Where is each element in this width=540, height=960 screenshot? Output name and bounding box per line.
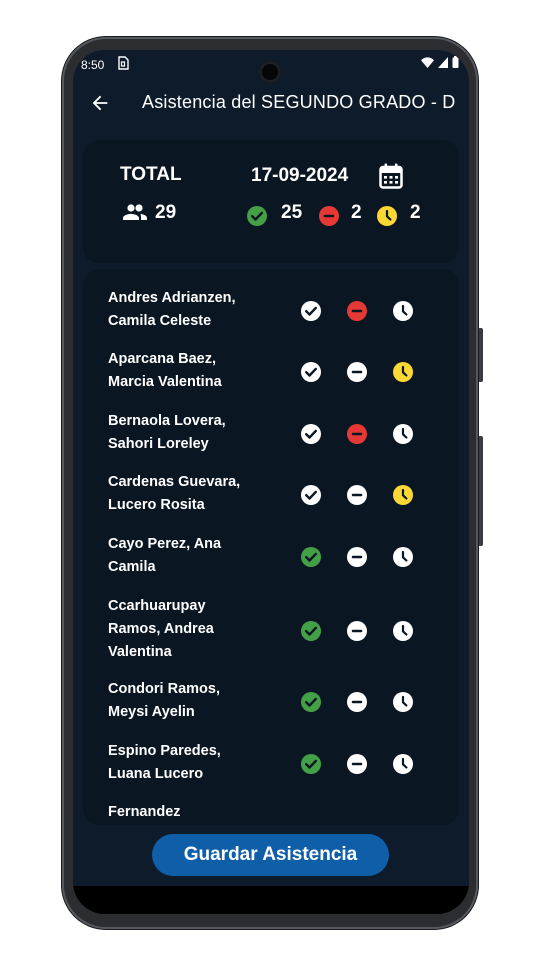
save-attendance-button[interactable]: Guardar Asistencia [152,834,389,876]
check-circle-icon[interactable] [301,424,321,444]
check-circle-icon[interactable] [301,754,321,774]
status-bar: 8:50 [73,50,469,83]
status-time: 8:50 [81,58,105,72]
sim-icon [118,56,129,70]
clock-icon [377,206,397,226]
clock-icon[interactable] [393,424,413,444]
minus-circle-icon[interactable] [347,362,367,382]
late-count: 2 [410,202,421,223]
attendance-summary-card: TOTAL 29 17-09-2024 25 2 2 [83,140,459,263]
list-item: Bernaola Lovera, Sahori Loreley [83,410,459,456]
check-circle-icon[interactable] [301,621,321,641]
list-item: Cayo Perez, Ana Camila [83,533,459,579]
check-circle-icon [247,206,267,226]
minus-circle-icon[interactable] [347,301,367,321]
people-icon [123,204,147,220]
list-item: Ccarhuarupay Ramos, Andrea Valentina [83,595,459,664]
minus-circle-icon[interactable] [347,621,367,641]
clock-icon[interactable] [393,485,413,505]
list-item: Andres Adrianzen, Camila Celeste [83,287,459,333]
student-name: Fernandez [108,804,181,820]
check-circle-icon[interactable] [301,692,321,712]
clock-icon[interactable] [393,692,413,712]
list-item: Aparcana Baez, Marcia Valentina [83,348,459,394]
list-item: Espino Paredes, Luana Lucero [83,740,459,786]
minus-circle-icon[interactable] [347,692,367,712]
attendance-date: 17-09-2024 [251,165,349,186]
page-title: Asistencia del SEGUNDO GRADO - D [142,92,456,112]
student-name: Cayo Perez, Ana Camila [108,536,222,575]
clock-icon[interactable] [393,362,413,382]
list-item: Fernandez [83,801,459,825]
app-bar: Asistencia del SEGUNDO GRADO - D [73,80,469,128]
clock-icon[interactable] [393,301,413,321]
check-circle-icon[interactable] [301,547,321,567]
arrow-back-icon[interactable] [89,92,111,114]
navigation-bar [73,886,469,914]
minus-circle-icon[interactable] [347,424,367,444]
wifi-icon [421,56,434,68]
absent-count: 2 [351,202,362,223]
student-name: Bernaola Lovera, Sahori Loreley [108,413,226,452]
signal-icon [438,56,448,68]
minus-circle-icon[interactable] [347,547,367,567]
check-circle-icon[interactable] [301,362,321,382]
minus-circle-icon[interactable] [347,754,367,774]
total-label: TOTAL [120,164,182,185]
student-name: Aparcana Baez, Marcia Valentina [108,351,222,390]
list-item: Cardenas Guevara, Lucero Rosita [83,471,459,517]
status-icons [421,56,459,68]
clock-icon[interactable] [393,754,413,774]
power-button [478,328,483,382]
minus-circle-icon [319,206,339,226]
student-list: Andres Adrianzen, Camila Celeste Aparcana… [83,269,459,825]
student-name: Cardenas Guevara, Lucero Rosita [108,474,241,513]
volume-button [478,436,483,546]
clock-icon[interactable] [393,547,413,567]
list-item: Condori Ramos, Meysi Ayelin [83,678,459,724]
app-screen: 8:50 Asistencia del SEGUNDO GRADO - D TO… [73,50,469,914]
battery-icon [452,56,459,68]
minus-circle-icon[interactable] [347,485,367,505]
clock-icon[interactable] [393,621,413,641]
present-count: 25 [281,202,303,223]
check-circle-icon[interactable] [301,301,321,321]
student-name: Ccarhuarupay Ramos, Andrea Valentina [108,598,214,660]
student-name: Espino Paredes, Luana Lucero [108,743,221,782]
student-name: Condori Ramos, Meysi Ayelin [108,681,220,720]
calendar-icon[interactable] [379,163,403,189]
check-circle-icon[interactable] [301,485,321,505]
student-name: Andres Adrianzen, Camila Celeste [108,290,236,329]
total-students-count: 29 [155,202,177,223]
